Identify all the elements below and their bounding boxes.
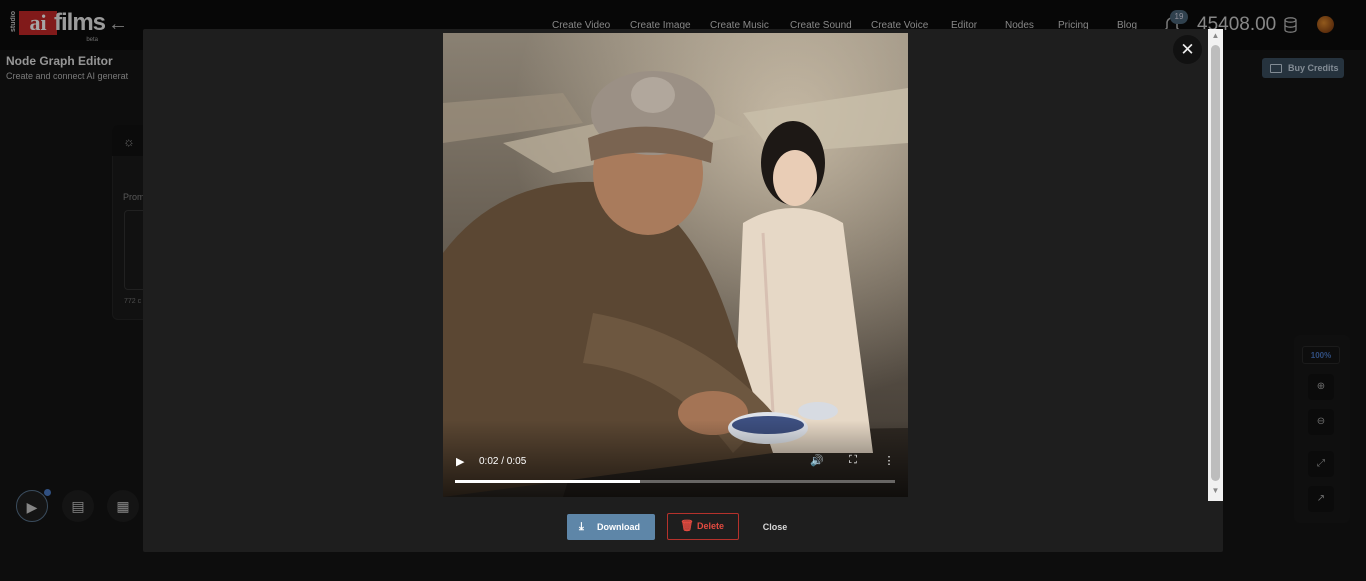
download-icon: ⤓ — [579, 521, 584, 533]
video-progress-fill — [455, 480, 640, 483]
volume-icon[interactable]: 🔊 — [810, 454, 824, 468]
play-icon[interactable]: ▶ — [456, 455, 468, 469]
modal-close-button[interactable]: ✕ — [1173, 35, 1202, 64]
scrollbar-thumb[interactable] — [1211, 45, 1220, 481]
scroll-down-arrow-icon[interactable]: ▼ — [1208, 486, 1223, 498]
trash-icon: 🗑 — [680, 520, 694, 532]
more-options-icon[interactable]: ⋮ — [882, 454, 896, 468]
delete-button[interactable]: 🗑 Delete — [667, 513, 739, 540]
fullscreen-icon[interactable]: ⛶ — [846, 454, 860, 468]
video-time: 0:02 / 0:05 — [479, 456, 527, 467]
close-button[interactable]: Close — [753, 514, 797, 540]
scroll-up-arrow-icon[interactable]: ▲ — [1208, 31, 1223, 43]
download-button[interactable]: ⤓ Download — [567, 514, 655, 540]
close-icon: ✕ — [1180, 40, 1195, 59]
